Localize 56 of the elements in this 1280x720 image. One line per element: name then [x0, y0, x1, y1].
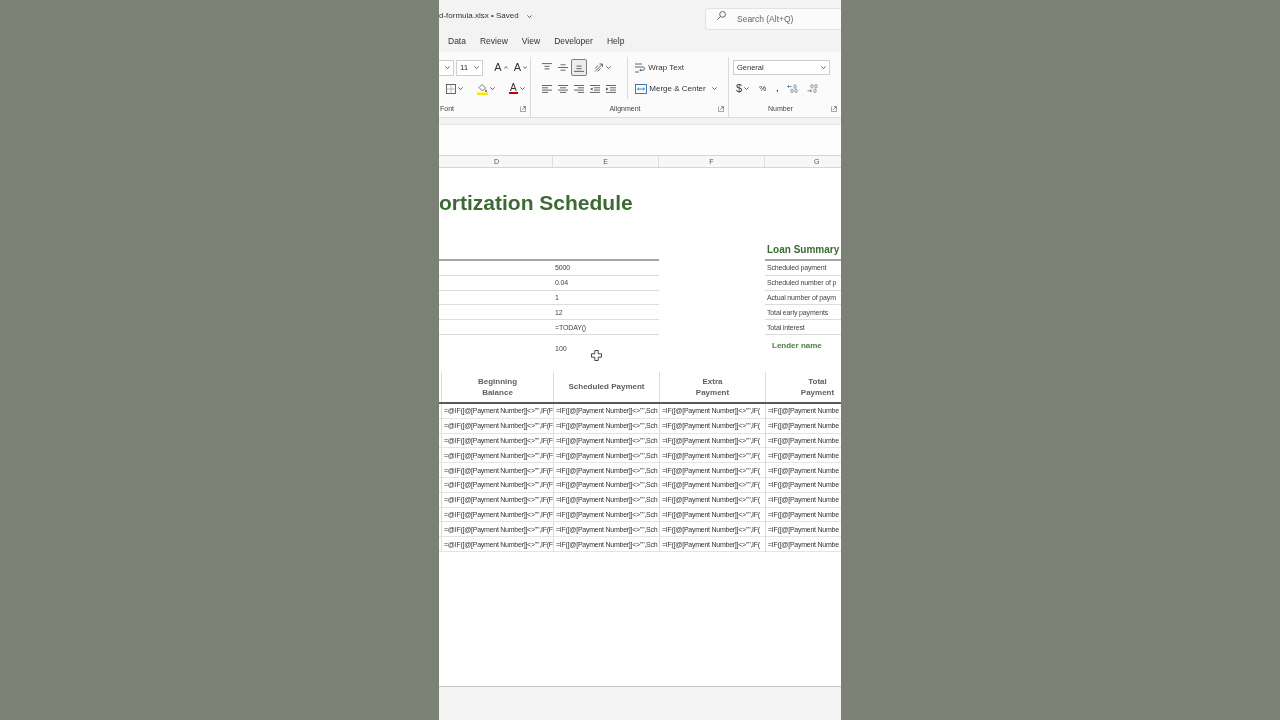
- caret-icon: [490, 87, 495, 90]
- menu-tab[interactable]: Help: [599, 32, 632, 52]
- cell-cursor-icon: [590, 350, 602, 361]
- caret-icon: [474, 66, 480, 69]
- dialog-launcher-icon[interactable]: [520, 105, 526, 112]
- font-color-button[interactable]: A: [506, 80, 528, 97]
- caret-icon: [711, 86, 717, 90]
- field-label: Lender name: [771, 340, 823, 353]
- align-center-icon: [558, 84, 568, 93]
- dialog-launcher-icon[interactable]: [718, 105, 724, 112]
- merge-cells-icon: [635, 83, 648, 94]
- caret-icon: [821, 66, 826, 69]
- wrap-text-icon: [635, 62, 647, 73]
- decrease-indent-icon: [590, 84, 600, 93]
- decrease-decimal-icon: [807, 84, 820, 93]
- currency-button[interactable]: $: [733, 80, 753, 97]
- align-left-icon: [542, 84, 552, 93]
- paint-bucket-icon: [477, 82, 488, 95]
- caret-icon[interactable]: [526, 14, 532, 18]
- align-top-icon: [542, 63, 552, 72]
- orientation-icon: [594, 63, 604, 72]
- percent-button[interactable]: %: [756, 80, 770, 97]
- align-right-icon: [574, 84, 584, 93]
- align-bottom-icon: [574, 63, 584, 72]
- increase-indent-icon: [606, 84, 616, 93]
- menu-tab[interactable]: View: [514, 32, 548, 52]
- search-icon: [717, 11, 726, 20]
- caret-up-icon: [503, 66, 508, 69]
- borders-icon: [446, 83, 456, 94]
- menu-tab[interactable]: Data: [441, 32, 473, 52]
- wrap-text-button[interactable]: Wrap Text: [632, 59, 687, 76]
- align-bottom-button[interactable]: [571, 59, 587, 76]
- caret-icon: [458, 87, 463, 90]
- column-heading: Scheduled Payment: [553, 372, 659, 402]
- comma-style-button[interactable]: ,: [773, 80, 782, 97]
- caret-down-icon: [523, 66, 527, 69]
- column-heading: Beginning Balance: [441, 372, 553, 402]
- column-heading: Extra Payment: [659, 372, 765, 402]
- caret-icon: [606, 66, 611, 69]
- font-size-field[interactable]: 11: [455, 59, 484, 76]
- caret-icon: [444, 66, 450, 69]
- dialog-launcher-icon[interactable]: [831, 105, 837, 112]
- increase-decimal-icon: [787, 84, 800, 93]
- align-middle-icon: [558, 63, 568, 72]
- file-name: d-formula.xlsx • Saved: [439, 12, 519, 20]
- grow-font-button[interactable]: A: [491, 59, 511, 76]
- menu-tab[interactable]: Developer: [547, 32, 600, 52]
- caret-icon: [744, 87, 750, 90]
- sheet-title: ortization Schedule: [439, 190, 634, 216]
- search-field[interactable]: Search (Alt+Q): [705, 8, 841, 30]
- column-heading: Total Payment: [765, 372, 841, 402]
- section-heading: Loan Summary: [765, 245, 841, 261]
- caret-icon: [519, 87, 525, 90]
- shrink-font-button[interactable]: A: [510, 59, 530, 76]
- merge-center-button[interactable]: Merge & Center: [632, 80, 720, 97]
- menu-tab[interactable]: Review: [472, 32, 515, 52]
